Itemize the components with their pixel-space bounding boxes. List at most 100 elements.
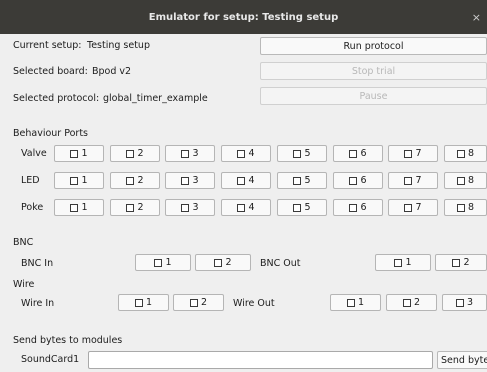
port-valve-1-toggle[interactable]: 1: [54, 145, 104, 162]
channel-number: 8: [467, 148, 475, 159]
port-led-4-toggle[interactable]: 4: [221, 172, 271, 189]
channel-number: 6: [360, 175, 367, 186]
checkbox-icon: [404, 203, 413, 212]
checkbox-icon: [455, 298, 464, 307]
wire-out-3-toggle[interactable]: 3: [442, 294, 487, 311]
wire-in-label: Wire In: [21, 298, 55, 309]
port-poke-1-toggle[interactable]: 1: [54, 199, 104, 216]
checkbox-icon: [181, 203, 190, 212]
channel-number: 6: [360, 202, 367, 213]
stop-trial-button[interactable]: Stop trial: [260, 62, 487, 80]
checkbox-icon: [126, 149, 135, 158]
checkbox-icon: [456, 176, 465, 185]
checkbox-icon: [189, 298, 198, 307]
checkbox-icon: [70, 149, 79, 158]
port-led-6-toggle[interactable]: 6: [333, 172, 383, 189]
channel-number: 7: [415, 175, 422, 186]
port-poke-5-toggle[interactable]: 5: [277, 199, 327, 216]
port-led-2-toggle[interactable]: 2: [110, 172, 160, 189]
title-bar: Emulator for setup: Testing setup ×: [0, 0, 487, 34]
bnc-in-1-toggle[interactable]: 1: [135, 254, 191, 271]
port-led-5-toggle[interactable]: 5: [277, 172, 327, 189]
channel-number: 5: [304, 148, 311, 159]
checkbox-icon: [70, 176, 79, 185]
bnc-out-2-toggle[interactable]: 2: [435, 254, 487, 271]
channel-number: 7: [415, 202, 422, 213]
checkbox-icon: [452, 258, 461, 267]
checkbox-icon: [293, 149, 302, 158]
port-led-1-toggle[interactable]: 1: [54, 172, 104, 189]
behaviour-ports-heading: Behaviour Ports: [13, 128, 89, 139]
port-valve-6-toggle[interactable]: 6: [333, 145, 383, 162]
port-valve-4-toggle[interactable]: 4: [221, 145, 271, 162]
current-setup-value: Testing setup: [87, 40, 150, 51]
send-bytes-heading: Send bytes to modules: [13, 335, 123, 346]
port-valve-5-toggle[interactable]: 5: [277, 145, 327, 162]
wire-out-1-toggle[interactable]: 1: [330, 294, 381, 311]
run-protocol-button[interactable]: Run protocol: [260, 37, 487, 55]
send-bytes-input[interactable]: [88, 351, 433, 369]
channel-number: 3: [466, 297, 474, 308]
port-led-8-toggle[interactable]: 8: [444, 172, 487, 189]
channel-number: 2: [137, 202, 144, 213]
bnc-in-2-toggle[interactable]: 2: [195, 254, 251, 271]
channel-number: 2: [413, 297, 421, 308]
checkbox-icon: [293, 176, 302, 185]
channel-number: 1: [357, 297, 365, 308]
channel-number: 7: [415, 148, 422, 159]
checkbox-icon: [456, 149, 465, 158]
send-bytes-button[interactable]: Send bytes: [437, 351, 487, 369]
checkbox-icon: [404, 149, 413, 158]
module-name-label: SoundCard1: [21, 354, 80, 365]
checkbox-icon: [134, 298, 143, 307]
close-icon[interactable]: ×: [472, 0, 481, 34]
selected-board-value: Bpod v2: [92, 66, 132, 77]
channel-number: 2: [137, 175, 144, 186]
wire-in-1-toggle[interactable]: 1: [118, 294, 169, 311]
port-valve-8-toggle[interactable]: 8: [444, 145, 487, 162]
checkbox-icon: [394, 258, 403, 267]
channel-number: 3: [192, 148, 199, 159]
port-row-label: LED: [21, 175, 40, 186]
port-valve-2-toggle[interactable]: 2: [110, 145, 160, 162]
selected-protocol-value: global_timer_example: [103, 93, 208, 104]
current-setup-label: Current setup:: [13, 40, 82, 51]
channel-number: 5: [304, 202, 311, 213]
port-poke-3-toggle[interactable]: 3: [165, 199, 215, 216]
selected-protocol-label: Selected protocol:: [13, 93, 100, 104]
checkbox-icon: [293, 203, 302, 212]
port-led-3-toggle[interactable]: 3: [165, 172, 215, 189]
channel-number: 6: [360, 148, 367, 159]
port-poke-4-toggle[interactable]: 4: [221, 199, 271, 216]
port-led-7-toggle[interactable]: 7: [388, 172, 438, 189]
channel-number: 1: [405, 257, 412, 268]
channel-number: 4: [248, 202, 255, 213]
channel-number: 1: [81, 175, 88, 186]
selected-board-label: Selected board:: [13, 66, 88, 77]
channel-number: 4: [248, 175, 255, 186]
port-poke-8-toggle[interactable]: 8: [444, 199, 487, 216]
checkbox-icon: [214, 258, 223, 267]
port-poke-6-toggle[interactable]: 6: [333, 199, 383, 216]
port-valve-7-toggle[interactable]: 7: [388, 145, 438, 162]
port-poke-7-toggle[interactable]: 7: [388, 199, 438, 216]
wire-in-2-toggle[interactable]: 2: [173, 294, 224, 311]
channel-number: 3: [192, 202, 199, 213]
checkbox-icon: [154, 258, 163, 267]
wire-heading: Wire: [13, 279, 35, 290]
bnc-heading: BNC: [13, 237, 34, 248]
bnc-out-label: BNC Out: [260, 258, 301, 269]
wire-out-label: Wire Out: [233, 298, 275, 309]
channel-number: 1: [81, 202, 88, 213]
port-valve-3-toggle[interactable]: 3: [165, 145, 215, 162]
channel-number: 1: [81, 148, 88, 159]
wire-out-2-toggle[interactable]: 2: [386, 294, 437, 311]
port-poke-2-toggle[interactable]: 2: [110, 199, 160, 216]
channel-number: 8: [467, 175, 475, 186]
bnc-out-1-toggle[interactable]: 1: [375, 254, 431, 271]
checkbox-icon: [404, 176, 413, 185]
port-row-label: Valve: [21, 148, 47, 159]
checkbox-icon: [181, 149, 190, 158]
checkbox-icon: [402, 298, 411, 307]
pause-button[interactable]: Pause: [260, 87, 487, 105]
